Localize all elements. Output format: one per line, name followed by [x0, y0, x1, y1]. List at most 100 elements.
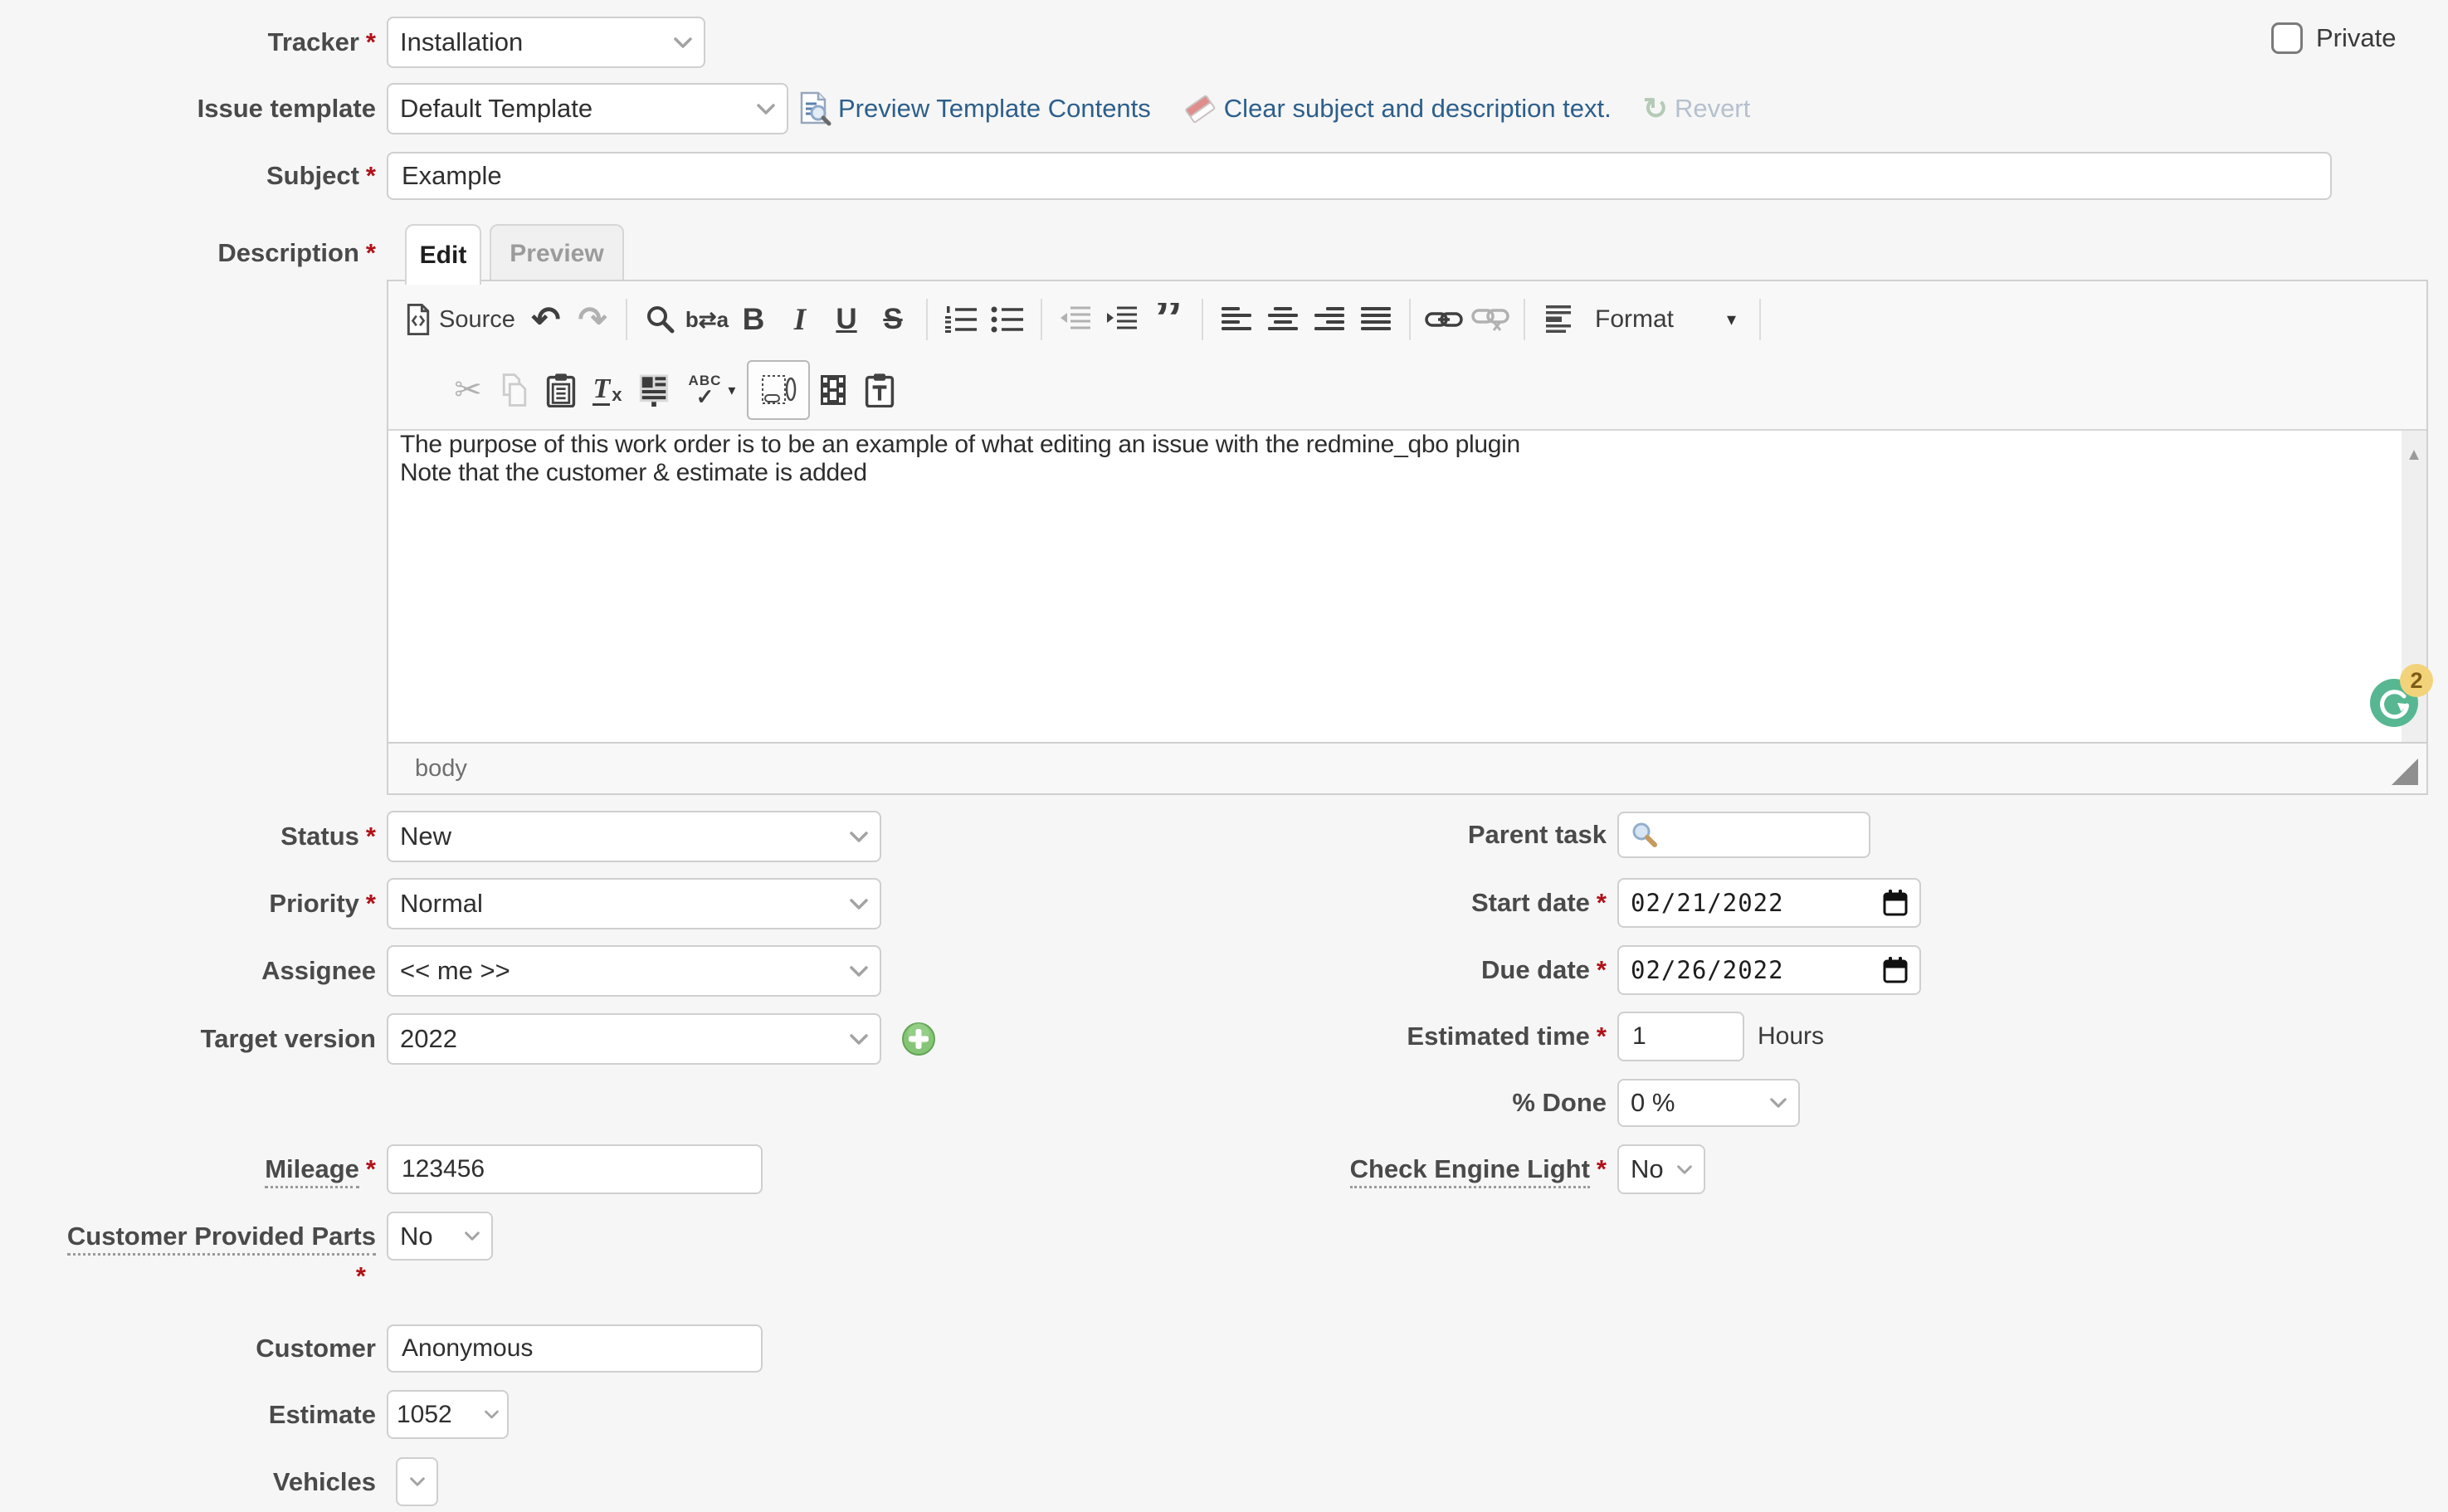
blockquote-button[interactable]: ”: [1145, 295, 1192, 344]
add-version-button[interactable]: [901, 1022, 936, 1056]
paragraph-lines-icon: [1543, 304, 1574, 335]
target-version-label: Target version: [0, 1023, 376, 1054]
preview-template-link[interactable]: Preview Template Contents: [838, 94, 1151, 124]
issue-template-label: Issue template: [0, 93, 376, 124]
link-button[interactable]: [1421, 295, 1467, 344]
align-left-button[interactable]: [1213, 295, 1260, 344]
revert-link[interactable]: Revert: [1675, 94, 1750, 124]
replace-button[interactable]: b⇄a: [684, 295, 730, 344]
hours-suffix: Hours: [1758, 1022, 1824, 1051]
tab-preview[interactable]: Preview: [490, 224, 624, 281]
undo-button[interactable]: ↶: [523, 295, 569, 344]
status-select[interactable]: New: [387, 811, 881, 862]
customer-provided-parts-row: Customer Provided Parts No: [0, 1212, 493, 1261]
check-engine-light-select[interactable]: No: [1617, 1144, 1705, 1194]
parent-task-field: [1617, 812, 1870, 858]
undo-icon: ↶: [531, 302, 560, 337]
start-date-input[interactable]: 02/21/2022: [1617, 878, 1921, 928]
parent-task-input[interactable]: [1665, 820, 1851, 850]
unlink-icon: [1471, 307, 1509, 332]
resize-handle-icon[interactable]: [2392, 758, 2418, 785]
numbered-list-button[interactable]: [938, 295, 984, 344]
clear-subject-link[interactable]: Clear subject and description text.: [1224, 94, 1612, 124]
tracker-select[interactable]: Installation: [387, 17, 705, 68]
preview-template-icon: [798, 91, 831, 126]
grammarly-badge[interactable]: 2: [2400, 664, 2433, 697]
cut-button[interactable]: ✂: [445, 365, 491, 415]
italic-button[interactable]: I: [777, 295, 823, 344]
media-button[interactable]: [810, 365, 856, 415]
remove-format-button[interactable]: T x: [584, 365, 631, 415]
find-button[interactable]: [637, 295, 684, 344]
subject-input[interactable]: [387, 152, 2332, 200]
target-version-select[interactable]: 2022: [387, 1013, 881, 1065]
estimated-time-row: Estimated time* Hours: [1231, 1012, 1824, 1061]
status-row: Status* New: [0, 811, 881, 862]
vehicles-select[interactable]: [396, 1457, 438, 1506]
start-date-row: Start date* 02/21/2022: [1231, 878, 1921, 928]
calendar-icon[interactable]: [1883, 957, 1908, 983]
redo-button[interactable]: ↷: [569, 295, 616, 344]
search-icon: [1631, 821, 1659, 849]
priority-label: Priority*: [0, 888, 376, 919]
percent-done-select[interactable]: 0 %: [1617, 1079, 1800, 1127]
editor-content[interactable]: The purpose of this work order is to be …: [388, 431, 2426, 747]
indent-button[interactable]: [1099, 295, 1145, 344]
select-all-button[interactable]: [747, 360, 810, 420]
priority-row: Priority* Normal: [0, 878, 881, 929]
bullet-list-button[interactable]: [984, 295, 1031, 344]
strikethrough-button[interactable]: S: [870, 295, 916, 344]
assignee-select[interactable]: << me >>: [387, 945, 881, 997]
align-right-button[interactable]: [1306, 295, 1353, 344]
estimated-time-input[interactable]: [1617, 1012, 1744, 1061]
replace-icon: b⇄a: [685, 307, 729, 333]
mileage-input[interactable]: [387, 1144, 763, 1194]
issue-template-select[interactable]: Default Template: [387, 83, 788, 134]
bold-button[interactable]: B: [730, 295, 777, 344]
paste-from-word-button[interactable]: [631, 365, 677, 415]
parent-task-label: Parent task: [1231, 819, 1607, 850]
paragraph-style-button[interactable]: [1535, 295, 1582, 344]
check-engine-light-label: Check Engine Light*: [1231, 1154, 1607, 1184]
unlink-button[interactable]: [1467, 295, 1514, 344]
private-label: Private: [2316, 23, 2396, 53]
start-date-label: Start date*: [1231, 887, 1607, 918]
plus-icon: [901, 1022, 936, 1056]
source-button[interactable]: Source: [398, 295, 523, 344]
justify-icon: [1359, 306, 1392, 333]
calendar-icon[interactable]: [1883, 890, 1908, 916]
estimate-select[interactable]: 1052: [387, 1390, 509, 1439]
customer-provided-parts-select[interactable]: No: [387, 1212, 493, 1261]
parent-task-row: Parent task: [1231, 811, 1870, 859]
tab-edit[interactable]: Edit: [405, 224, 481, 285]
check-engine-light-row: Check Engine Light* No: [1231, 1144, 1705, 1194]
outdent-button[interactable]: [1052, 295, 1099, 344]
private-checkbox[interactable]: [2271, 22, 2303, 54]
priority-select[interactable]: Normal: [387, 878, 881, 929]
estimated-time-label: Estimated time*: [1231, 1021, 1607, 1051]
copy-button[interactable]: [491, 365, 538, 415]
spellcheck-icon: ABC ✓: [689, 373, 722, 407]
redo-icon: ↷: [578, 302, 607, 337]
format-combo[interactable]: Format ▾: [1582, 305, 1749, 334]
description-label-row: Description*: [0, 226, 376, 280]
mileage-row: Mileage*: [0, 1144, 763, 1194]
toolbar-row-2: ✂ T x ABC ✓: [445, 354, 2416, 426]
justify-button[interactable]: [1353, 295, 1399, 344]
customer-input[interactable]: [387, 1324, 763, 1373]
underline-button[interactable]: U: [823, 295, 870, 344]
assignee-row: Assignee << me >>: [0, 945, 881, 997]
paste-plain-text-button[interactable]: [856, 365, 903, 415]
italic-icon: I: [794, 302, 806, 338]
element-path-body[interactable]: body: [415, 755, 467, 783]
paste-icon: [545, 373, 577, 407]
spellcheck-button[interactable]: ABC ✓ ▾: [677, 365, 747, 415]
description-paragraph: The purpose of this work order is to be …: [388, 431, 2426, 459]
estimate-label: Estimate: [0, 1399, 376, 1430]
link-icon: [1425, 309, 1463, 330]
customer-provided-parts-label: Customer Provided Parts: [0, 1221, 376, 1251]
due-date-input[interactable]: 02/26/2022: [1617, 945, 1921, 995]
align-center-button[interactable]: [1260, 295, 1306, 344]
due-date-label: Due date*: [1231, 954, 1607, 985]
paste-button[interactable]: [538, 365, 584, 415]
